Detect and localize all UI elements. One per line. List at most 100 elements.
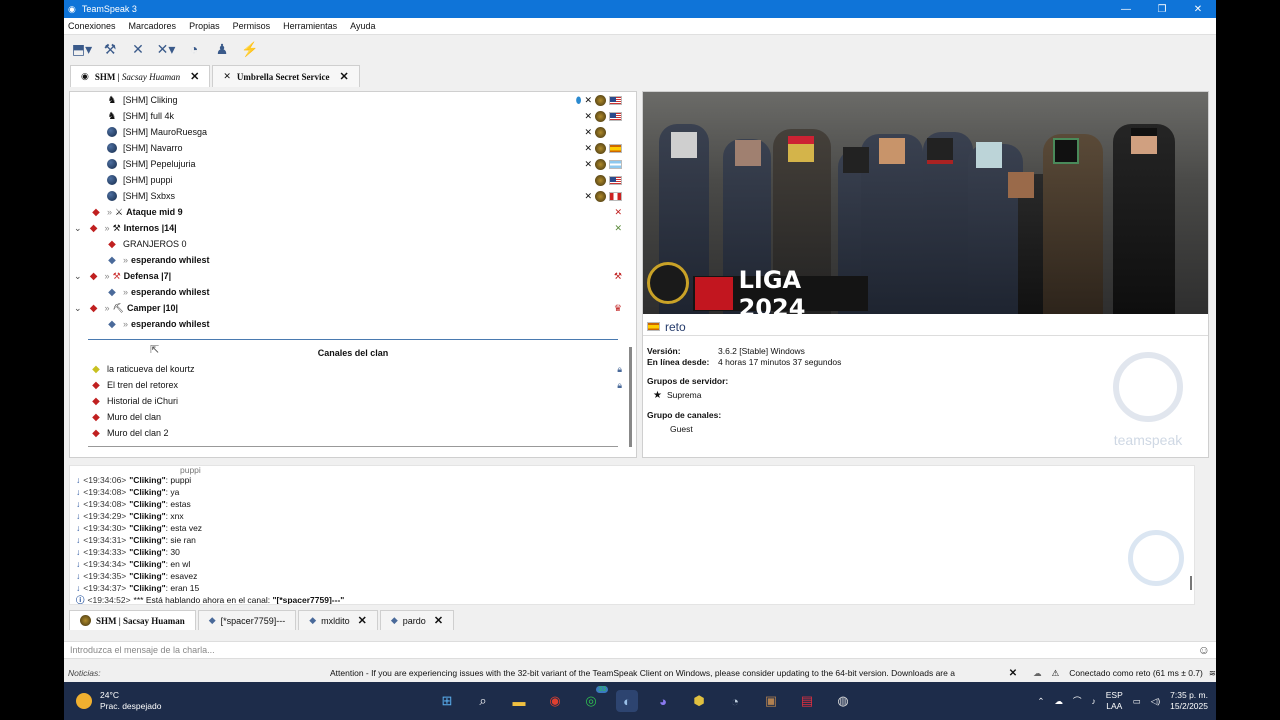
chrome-icon[interactable]: ◉ xyxy=(544,690,566,712)
user-row[interactable]: [SHM] Sxbxs ✕ xyxy=(70,188,636,204)
clan-channel[interactable]: ◆ Historial de iChuri xyxy=(70,393,636,409)
channel-flag-icon: ♛ xyxy=(613,302,622,313)
channel-ataque[interactable]: ◆ » ⚔ Ataque mid 9 ✕ xyxy=(70,204,636,220)
teamspeak-taskbar-icon[interactable]: ◐ xyxy=(616,690,638,712)
close-tab-icon[interactable]: ✕ xyxy=(358,614,367,627)
chat-nick[interactable]: "Cliking" xyxy=(129,487,165,497)
close-news-icon[interactable]: ✕ xyxy=(1009,668,1017,679)
language-indicator[interactable]: ESP LAA xyxy=(1106,690,1123,712)
connect-icon[interactable]: ⬒▾ xyxy=(72,39,92,59)
minimize-button[interactable]: — xyxy=(1108,4,1144,15)
chat-nick[interactable]: "Cliking" xyxy=(129,535,165,545)
chat-nick[interactable]: "Cliking" xyxy=(129,547,165,557)
online-value: 4 horas 17 minutos 37 segundos xyxy=(718,357,842,367)
user-row[interactable]: [SHM] Pepelujuria ✕ xyxy=(70,156,636,172)
shield-app-icon[interactable]: ⬢ xyxy=(688,690,710,712)
chevron-up-icon[interactable]: ⌃ xyxy=(1037,696,1044,707)
chat-tab-private[interactable]: ◆ mxldito ✕ xyxy=(298,610,378,630)
chat-nick[interactable]: "Cliking" xyxy=(129,523,165,533)
chat-nick[interactable]: "Cliking" xyxy=(129,511,165,521)
clan-header[interactable]: Canales del clan xyxy=(70,345,636,361)
clan-channel[interactable]: ◆ Muro del clan xyxy=(70,409,636,425)
chat-input[interactable]: Introduzca el mensaje de la charla... ☺ xyxy=(64,641,1216,659)
chat-nick[interactable]: "Cliking" xyxy=(129,571,165,581)
chevron-down-icon[interactable]: ⌄ xyxy=(74,223,82,234)
emoji-icon[interactable]: ☺ xyxy=(1198,643,1210,657)
menu-permisos[interactable]: Permisos xyxy=(233,21,271,31)
chat-scrollbar[interactable] xyxy=(1190,576,1192,590)
chat-channel-link[interactable]: "[*spacer7759]---" xyxy=(272,595,344,604)
permissions-icon[interactable]: ⚡ xyxy=(240,39,260,59)
channel-name: Internos |14| xyxy=(123,223,177,233)
chat-nick[interactable]: "Cliking" xyxy=(129,499,165,509)
disconnect-icon[interactable]: ⚒ xyxy=(100,39,120,59)
discord-icon[interactable]: ◕ xyxy=(652,690,674,712)
chevron-down-icon[interactable]: ⌄ xyxy=(74,271,82,282)
channel-esperando[interactable]: ◆ » esperando whilest xyxy=(70,284,636,300)
chat-nick[interactable]: "Cliking" xyxy=(129,475,165,485)
server-tab-umbrella[interactable]: ✕ Umbrella Secret Service ✕ xyxy=(212,65,360,87)
menu-ayuda[interactable]: Ayuda xyxy=(350,21,375,31)
chat-nick[interactable]: "Cliking" xyxy=(129,559,165,569)
channel-camper[interactable]: ⌄ ◆ » ⛏ Camper |10| ♛ xyxy=(70,300,636,316)
channel-granjeros[interactable]: ◆ GRANJEROS 0 xyxy=(70,236,636,252)
close-tab-icon[interactable]: ✕ xyxy=(190,70,199,83)
mute-speakers-icon[interactable]: ✕▾ xyxy=(156,39,176,59)
away-icon[interactable]: ◔ xyxy=(184,39,204,59)
microphone-icon[interactable]: ♪ xyxy=(1092,696,1096,706)
menu-conexiones[interactable]: Conexiones xyxy=(68,21,116,31)
channel-esperando[interactable]: ◆ » esperando whilest xyxy=(70,252,636,268)
channel-defensa[interactable]: ⌄ ◆ » ⚒ Defensa |7| ⚒ xyxy=(70,268,636,284)
channel-name: El tren del retorex xyxy=(107,380,179,390)
contacts-icon[interactable]: ♟ xyxy=(212,39,232,59)
chat-nick[interactable]: "Cliking" xyxy=(129,583,165,593)
clock[interactable]: 7:35 p. m. 15/2/2025 xyxy=(1170,690,1208,712)
tree-scrollbar[interactable] xyxy=(629,347,632,447)
chat-tab-server[interactable]: SHM | Sacsay Huaman xyxy=(69,610,196,630)
user-row[interactable]: ♞ [SHM] full 4k ✕ xyxy=(70,108,636,124)
close-tab-icon[interactable]: ✕ xyxy=(340,70,349,83)
search-icon[interactable]: ⌕ xyxy=(472,690,494,712)
chevron-down-icon[interactable]: ⌄ xyxy=(74,303,82,314)
menu-propias[interactable]: Propias xyxy=(189,21,220,31)
server-tab-shm[interactable]: ◉ SHM | Sacsay Huaman ✕ xyxy=(70,65,211,87)
weather-widget[interactable]: 24°C Prac. despejado xyxy=(64,690,161,712)
chat-tab-private[interactable]: ◆ pardo ✕ xyxy=(379,610,455,630)
clan-channel[interactable]: ◆ la raticueva del kourtz 🔒︎ xyxy=(70,361,636,377)
user-icon xyxy=(106,158,118,170)
menu-marcadores[interactable]: Marcadores xyxy=(129,21,177,31)
obs-icon[interactable]: ◍ xyxy=(832,690,854,712)
channel-internos[interactable]: ⌄ ◆ » ⚒ Internos |14| ✕ xyxy=(70,220,636,236)
user-row[interactable]: [SHM] MauroRuesga ✕ xyxy=(70,124,636,140)
maximize-button[interactable]: ❐ xyxy=(1144,4,1180,15)
chat-line: ↓ <19:34:29> "Cliking": xnx xyxy=(76,511,184,521)
chat-tab-channel[interactable]: ◆ [*spacer7759]--- xyxy=(197,610,297,630)
user-row[interactable]: [SHM] puppi xyxy=(70,172,636,188)
warning-icon[interactable]: ⚠ xyxy=(1052,668,1060,679)
channel-icon: ◆ xyxy=(92,427,100,439)
clan-channel[interactable]: ◆ Muro del clan 2 xyxy=(70,425,636,441)
channel-esperando[interactable]: ◆ » esperando whilest xyxy=(70,316,636,332)
windows-start-icon[interactable]: ⊞ xyxy=(436,690,458,712)
minecraft-icon[interactable]: ▣ xyxy=(760,690,782,712)
red-app-icon[interactable]: ▤ xyxy=(796,690,818,712)
network-tray-icon[interactable]: ⌒ xyxy=(1073,695,1082,707)
whatsapp-icon[interactable]: ◎ 33 xyxy=(580,686,608,712)
app-icon: ◉ xyxy=(68,3,76,14)
file-explorer-icon[interactable]: ▬ xyxy=(508,690,530,712)
user-row[interactable]: [SHM] Navarro ✕ xyxy=(70,140,636,156)
close-tab-icon[interactable]: ✕ xyxy=(434,614,443,627)
mute-mic-icon[interactable]: ✕ xyxy=(128,39,148,59)
mute-icon: ✕ xyxy=(584,158,592,169)
monitor-icon[interactable]: ▭ xyxy=(1133,696,1141,707)
steam-icon[interactable]: ◔ xyxy=(724,690,746,712)
chat-line-partial: puppi xyxy=(180,465,201,475)
volume-icon[interactable]: ◁) xyxy=(1151,696,1160,707)
menu-herramientas[interactable]: Herramientas xyxy=(283,21,337,31)
user-icon xyxy=(106,126,118,138)
user-icon xyxy=(106,174,118,186)
close-window-button[interactable]: ✕ xyxy=(1180,4,1216,15)
user-row[interactable]: ♞ [SHM] Cliking ⬮ ✕ xyxy=(70,92,636,108)
clan-channel[interactable]: ◆ El tren del retorex 🔒︎ xyxy=(70,377,636,393)
onedrive-icon[interactable]: ☁ xyxy=(1054,696,1063,707)
